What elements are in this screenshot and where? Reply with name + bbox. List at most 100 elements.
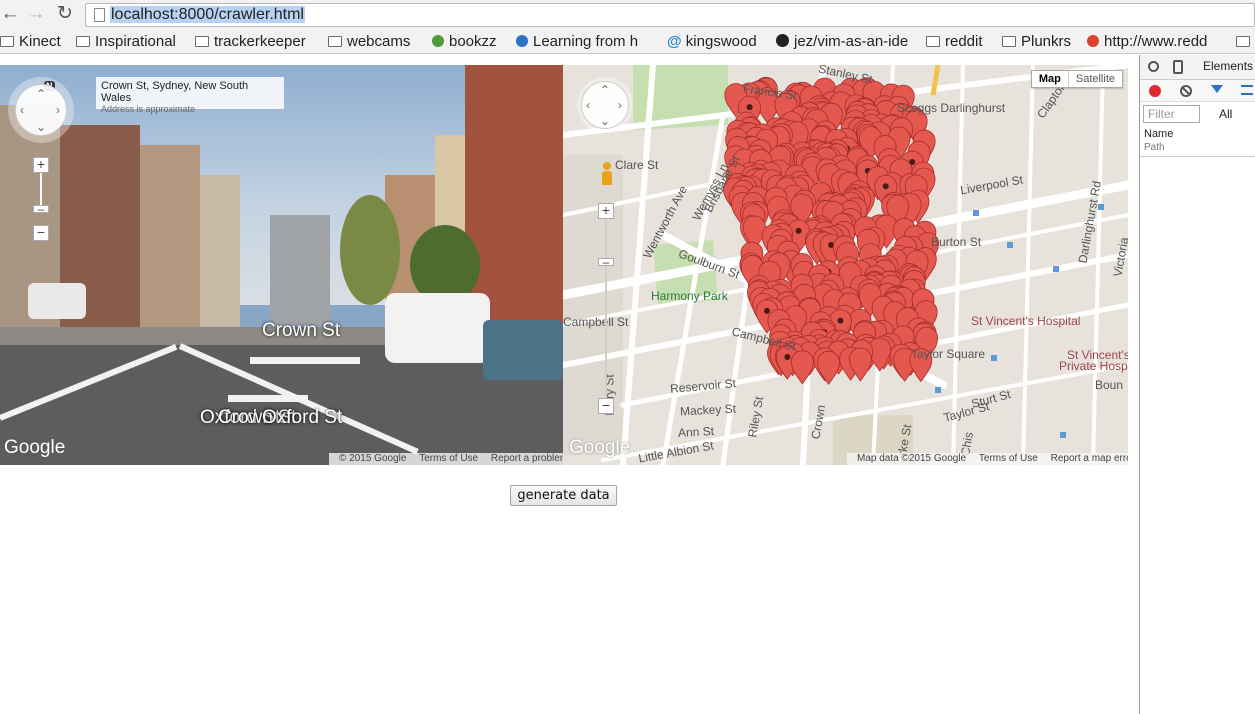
street-label: Ann St <box>677 424 715 440</box>
bookmark-webcams[interactable]: webcams <box>328 33 410 51</box>
hospital-label[interactable]: St Vincent's Hospital <box>971 314 1080 328</box>
filter-icon[interactable] <box>1211 85 1223 93</box>
map-marker-dot <box>795 227 802 234</box>
bookmark-trackerkeeper[interactable]: trackerkeeper <box>195 33 306 51</box>
folder-icon <box>1002 36 1016 47</box>
zoom-in-button[interactable]: + <box>33 157 49 173</box>
map-pan-control[interactable]: ⌃ ⌄ ‹ › <box>577 77 633 133</box>
network-toolbar <box>1140 80 1255 102</box>
bookmark-reddit[interactable]: reddit <box>926 33 983 51</box>
pan-down-icon[interactable]: ⌄ <box>600 115 610 127</box>
devtools-panel: Elements Filter All Name Path <box>1139 55 1255 714</box>
pan-up-icon[interactable]: ⌃ <box>600 84 610 96</box>
google-logo[interactable]: Google <box>4 437 65 459</box>
url-text[interactable]: localhost:8000/crawler.html <box>110 6 305 24</box>
bookmark-learning[interactable]: Learning from h <box>516 33 652 51</box>
map-marker[interactable] <box>817 350 840 385</box>
tree <box>340 195 400 305</box>
street-label: Mackey St <box>679 401 737 419</box>
folder-icon <box>328 36 342 47</box>
map-marker-dot <box>837 317 844 324</box>
zoom-slider-handle[interactable]: – <box>33 203 49 215</box>
bookmark-kingswood[interactable]: @ kingswood <box>667 33 757 51</box>
street-label: Boun <box>1095 378 1124 392</box>
record-icon[interactable] <box>1149 85 1161 97</box>
street-label: Burton St <box>931 235 982 249</box>
page-icon <box>94 8 105 22</box>
terms-link[interactable]: Terms of Use <box>414 453 483 464</box>
building <box>140 145 200 340</box>
hospital-label[interactable]: Private Hospital <box>1059 359 1128 373</box>
pan-left-icon[interactable]: ‹ <box>20 104 24 116</box>
map[interactable]: Stanley St Francis St Sceggs Darlinghurs… <box>563 65 1128 465</box>
divider <box>1140 156 1255 157</box>
nav-arrow[interactable] <box>250 357 360 364</box>
map-type-control[interactable]: Map Satellite <box>1030 70 1123 88</box>
folder-icon <box>926 36 940 47</box>
pan-up-icon[interactable]: ⌃ <box>36 88 46 100</box>
street-label: Sceggs Darlinghurst <box>897 101 1006 115</box>
bookmark-bookzz[interactable]: bookzz <box>432 33 497 51</box>
street-label: Crown St <box>262 320 341 341</box>
pan-left-icon[interactable]: ‹ <box>586 99 590 111</box>
map-zoom-track[interactable] <box>605 219 607 397</box>
column-name-header[interactable]: Name <box>1144 128 1173 140</box>
bookmark-inspirational[interactable]: Inspirational <box>76 33 176 51</box>
filter-all-button[interactable]: All <box>1219 107 1232 121</box>
street-label: Campbell St <box>563 315 629 329</box>
pegman-icon[interactable] <box>600 162 614 190</box>
pan-control[interactable]: N ⌃ ⌄ ‹ › <box>8 77 74 143</box>
forward-icon[interactable]: → <box>26 4 46 24</box>
back-icon[interactable]: ← <box>0 4 20 24</box>
bookmark-plunkrs[interactable]: Plunkrs <box>1002 33 1071 51</box>
map-marker-dot <box>764 307 771 314</box>
address-bar[interactable]: localhost:8000/crawler.html <box>85 3 1255 27</box>
copyright: © 2015 Google <box>339 453 407 464</box>
clear-icon[interactable] <box>1180 85 1192 97</box>
map-terms-link[interactable]: Terms of Use <box>974 453 1043 464</box>
street-view-panorama[interactable]: Crown St Oxford St Crown St Oxford St Cr… <box>0 65 563 465</box>
reload-icon[interactable]: ↻ <box>55 4 75 24</box>
map-canvas[interactable] <box>563 65 1128 465</box>
map-zoom-out-button[interactable]: − <box>598 398 614 414</box>
street-label: Taylor Square <box>911 347 986 361</box>
map-type-map[interactable]: Map <box>1032 71 1068 87</box>
pan-right-icon[interactable]: › <box>56 104 60 116</box>
map-marker-dot <box>882 183 889 190</box>
map-zoom-handle[interactable]: – <box>598 256 614 268</box>
pan-down-icon[interactable]: ⌄ <box>36 121 46 133</box>
generate-data-button[interactable]: generate data <box>510 485 617 506</box>
list-view-icon[interactable] <box>1241 85 1253 95</box>
filter-input[interactable]: Filter <box>1143 105 1200 123</box>
map-marker-dot <box>784 353 791 360</box>
report-map-error-link[interactable]: Report a map error <box>1046 453 1128 464</box>
pan-right-icon[interactable]: › <box>618 99 622 111</box>
nav-arrow[interactable] <box>228 395 308 402</box>
address-box[interactable]: Crown St, Sydney, New South Wales Addres… <box>96 77 284 114</box>
reddit-icon <box>1087 35 1099 47</box>
folder-icon <box>0 36 14 47</box>
report-problem-link[interactable]: Report a problem <box>486 453 563 464</box>
map-pan-ring: ⌃ ⌄ ‹ › <box>581 81 629 129</box>
building <box>270 215 330 325</box>
tab-elements[interactable]: Elements <box>1203 59 1253 73</box>
zoom-out-button[interactable]: − <box>33 225 49 241</box>
car <box>28 283 86 319</box>
address-title: Crown St, Sydney, New South Wales <box>101 80 249 104</box>
browser-toolbar: ← → ↻ localhost:8000/crawler.html <box>0 0 1255 30</box>
folder-icon <box>76 36 90 47</box>
bookmark-overflow[interactable] <box>1236 33 1255 51</box>
folder-icon <box>1236 36 1250 47</box>
device-mode-icon[interactable] <box>1173 60 1183 74</box>
bookmark-vim-as-an-ide[interactable]: jez/vim-as-an-ide <box>776 33 916 51</box>
devtools-tabs: Elements <box>1140 55 1255 80</box>
map-zoom-in-button[interactable]: + <box>598 203 614 219</box>
bookmark-kinect[interactable]: Kinect <box>0 33 61 51</box>
google-logo[interactable]: Google <box>569 437 630 459</box>
github-icon <box>776 34 789 47</box>
map-type-satellite[interactable]: Satellite <box>1067 71 1122 87</box>
address-subtitle: Address is approximate <box>101 104 196 114</box>
search-icon[interactable] <box>1148 61 1159 72</box>
building <box>200 175 240 340</box>
bookmark-reddit-url[interactable]: http://www.redd <box>1087 33 1225 51</box>
